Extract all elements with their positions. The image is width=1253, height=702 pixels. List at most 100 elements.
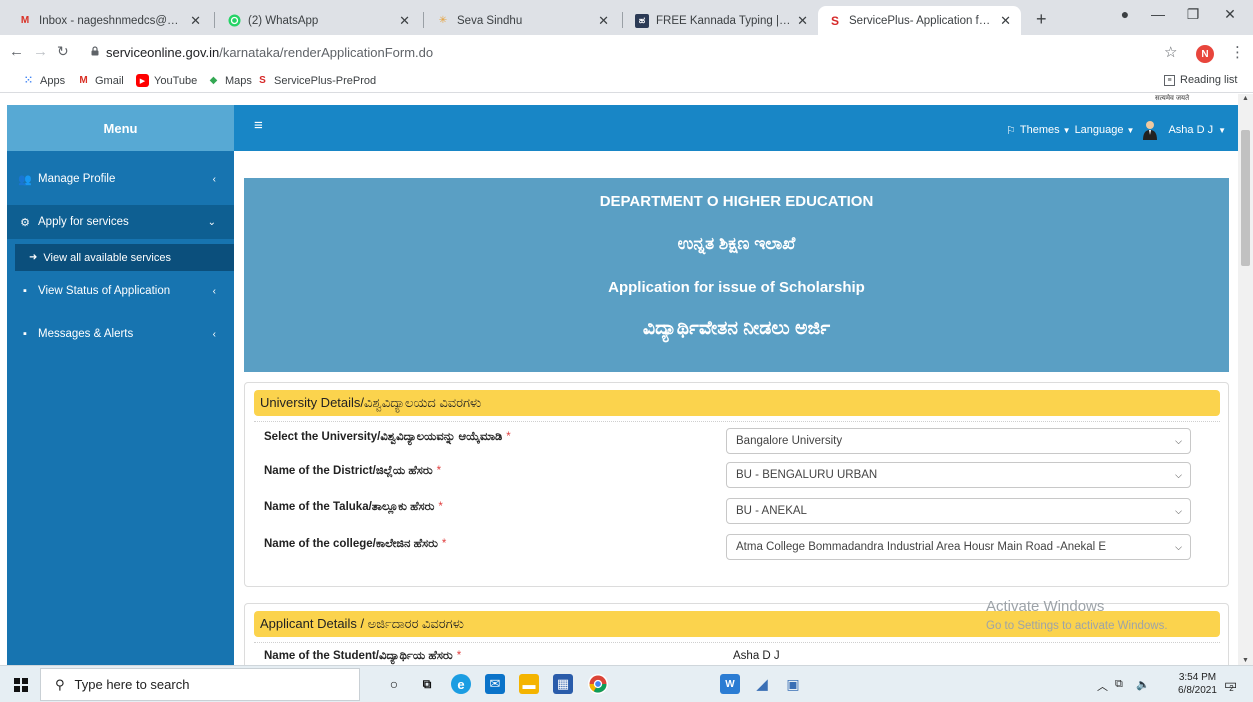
taluka-select[interactable]: BU - ANEKAL ⌵: [726, 498, 1191, 524]
tab-label: ServicePlus- Application for is: [849, 14, 995, 27]
close-icon[interactable]: ✕: [598, 13, 609, 29]
college-select[interactable]: Atma College Bommadandra Industrial Area…: [726, 534, 1191, 560]
store-icon[interactable]: ▦: [553, 674, 573, 694]
district-select[interactable]: BU - BENGALURU URBAN ⌵: [726, 462, 1191, 488]
forward-icon[interactable]: →: [33, 43, 48, 60]
tab-serviceplus[interactable]: S ServicePlus- Application for is ✕: [818, 6, 1021, 35]
application-title: Application for issue of Scholarship: [608, 279, 865, 296]
application-title-kannada: ವಿದ್ಯಾರ್ಥಿವೇತನ ನೀಡಲು ಅರ್ಜಿ: [642, 318, 831, 339]
taskbar-clock[interactable]: 3:54 PM 6/8/2021: [1178, 671, 1217, 697]
caret-down-icon: ▼: [1126, 125, 1135, 135]
minimize-button[interactable]: —: [1147, 6, 1169, 22]
restore-button[interactable]: ❐: [1182, 6, 1204, 23]
themes-dropdown[interactable]: Themes: [1020, 124, 1060, 136]
university-select[interactable]: Bangalore University ⌵: [726, 428, 1191, 454]
sidebar-subitem-view-all-services[interactable]: ➜ View all available services: [15, 244, 234, 271]
tab-search-icon[interactable]: ●: [1114, 6, 1136, 22]
reading-list-button[interactable]: ≡ Reading list: [1164, 74, 1237, 86]
gears-icon: ⚙: [20, 216, 30, 229]
tab-kannada-typing[interactable]: ಹ FREE Kannada Typing | Englis ✕: [625, 6, 818, 35]
close-icon[interactable]: ✕: [190, 13, 201, 29]
bookmark-star-icon[interactable]: ☆: [1164, 43, 1177, 61]
user-avatar-icon: [1143, 121, 1158, 140]
caret-down-icon: ▼: [1218, 125, 1226, 135]
tab-gmail[interactable]: M Inbox - nageshnmedcs@gma ✕: [8, 6, 211, 35]
bookmark-gmail[interactable]: M Gmail: [77, 74, 124, 87]
new-tab-button[interactable]: +: [1036, 9, 1047, 30]
activate-windows-subtitle: Go to Settings to activate Windows.: [986, 620, 1168, 632]
bookmark-label: Gmail: [95, 74, 124, 87]
tab-label: Seva Sindhu: [457, 14, 523, 27]
sidebar-item-messages-alerts[interactable]: ▪ Messages & Alerts ‹: [7, 317, 234, 351]
top-navbar: ≡ ⚐ Themes ▼ Language ▼ Asha D J ▼: [234, 105, 1238, 151]
task-view-icon[interactable]: ⧉: [417, 674, 437, 694]
windows-start-icon[interactable]: [14, 678, 28, 692]
app-icon[interactable]: ▣: [783, 674, 803, 694]
address-bar[interactable]: serviceonline.gov.in/karnataka/renderApp…: [106, 45, 433, 60]
chrome-icon[interactable]: [588, 674, 608, 694]
close-icon[interactable]: ✕: [797, 13, 808, 29]
back-icon[interactable]: ←: [9, 43, 24, 60]
bookmark-youtube[interactable]: ▶ YouTube: [136, 74, 197, 87]
tab-label: Inbox - nageshnmedcs@gma: [39, 14, 185, 27]
bookmark-serviceplus[interactable]: S ServicePlus-PreProd: [256, 74, 376, 87]
kannada-typing-icon: ಹ: [635, 13, 649, 28]
taskbar-search-input[interactable]: ⚲ Type here to search: [40, 668, 360, 701]
chevron-left-icon: ‹: [212, 285, 216, 297]
chevron-left-icon: ‹: [212, 173, 216, 185]
card-icon: ▪: [23, 328, 27, 340]
scrollbar-thumb[interactable]: [1241, 130, 1250, 266]
network-icon[interactable]: ⧉: [1115, 678, 1123, 691]
bookmark-label: Maps: [225, 74, 252, 87]
tab-whatsapp[interactable]: (2) WhatsApp ✕: [217, 6, 420, 35]
edge-icon[interactable]: e: [451, 674, 471, 694]
bookmark-maps[interactable]: ◆ Maps: [207, 74, 252, 87]
chevron-down-icon: ⌵: [1175, 436, 1182, 446]
field-label-district: Name of the District/ಜಿಲ್ಲೆಯ ಹೆಸರು *: [264, 465, 442, 477]
tab-seva-sindhu[interactable]: ✳ Seva Sindhu ✕: [426, 6, 619, 35]
volume-icon[interactable]: 🔈: [1136, 678, 1150, 691]
browser-tabstrip: M Inbox - nageshnmedcs@gma ✕ (2) WhatsAp…: [0, 0, 1253, 35]
file-explorer-icon[interactable]: ▬: [519, 674, 539, 694]
gmail-icon: M: [79, 75, 88, 86]
close-window-button[interactable]: ✕: [1219, 6, 1241, 23]
close-icon[interactable]: ✕: [399, 13, 410, 29]
scroll-up-icon[interactable]: ▲: [1242, 95, 1249, 102]
word-icon[interactable]: W: [720, 674, 740, 694]
user-name-dropdown[interactable]: Asha D J: [1168, 124, 1213, 136]
menu-title: Menu: [7, 105, 234, 151]
lock-icon[interactable]: [90, 46, 100, 56]
notification-center-icon[interactable]: ▭2: [1224, 676, 1242, 693]
windows-taskbar: ⚲ Type here to search ○ ⧉ e ✉ ▬ ▦ W ◢ ▣ …: [0, 665, 1253, 702]
emblem-text: सत्यमेव जयते: [1155, 95, 1190, 102]
chevron-up-icon[interactable]: ︿: [1097, 678, 1108, 694]
hamburger-menu-icon[interactable]: ≡: [254, 117, 263, 134]
clock-date: 6/8/2021: [1178, 685, 1217, 696]
page-banner: DEPARTMENT O HIGHER EDUCATION ಉನ್ನತ ಶಿಕ್…: [244, 178, 1229, 372]
more-menu-icon[interactable]: ⋮: [1230, 43, 1245, 61]
page-viewport: सत्यमेव जयते Menu 👥 Manage Profile ‹ ⚙ A…: [0, 94, 1253, 665]
profile-avatar[interactable]: N: [1196, 45, 1214, 63]
notepad-icon[interactable]: ◢: [752, 674, 772, 694]
scroll-down-icon[interactable]: ▼: [1242, 657, 1249, 664]
close-icon[interactable]: ✕: [1000, 13, 1011, 29]
language-dropdown[interactable]: Language: [1075, 124, 1124, 136]
caret-down-icon: ▼: [1062, 125, 1071, 135]
cortana-icon[interactable]: ○: [384, 674, 404, 694]
sidebar-item-manage-profile[interactable]: 👥 Manage Profile ‹: [7, 162, 234, 196]
divider: [254, 421, 1220, 422]
page-scrollbar[interactable]: ▲ ▼: [1238, 94, 1253, 665]
sidebar-item-apply-for-services[interactable]: ⚙ Apply for services ⌄: [7, 205, 234, 239]
sidebar-item-view-status[interactable]: ▪ View Status of Application ‹: [7, 274, 234, 308]
maps-icon: ◆: [209, 75, 218, 86]
top-right-menu: ⚐ Themes ▼ Language ▼ Asha D J ▼: [1002, 120, 1226, 140]
browser-toolbar: ← → ↻ serviceonline.gov.in/karnataka/ren…: [0, 35, 1253, 69]
serviceplus-icon: S: [830, 13, 839, 28]
mail-icon[interactable]: ✉: [485, 674, 505, 694]
reload-icon[interactable]: ↻: [57, 43, 69, 60]
sidebar-item-label: Messages & Alerts: [38, 328, 134, 340]
activate-windows-title: Activate Windows: [986, 598, 1105, 615]
bookmark-apps[interactable]: ⁙ Apps: [22, 74, 65, 87]
card-icon: ▪: [23, 285, 27, 297]
main-content: DEPARTMENT O HIGHER EDUCATION ಉನ್ನತ ಶಿಕ್…: [234, 151, 1238, 665]
